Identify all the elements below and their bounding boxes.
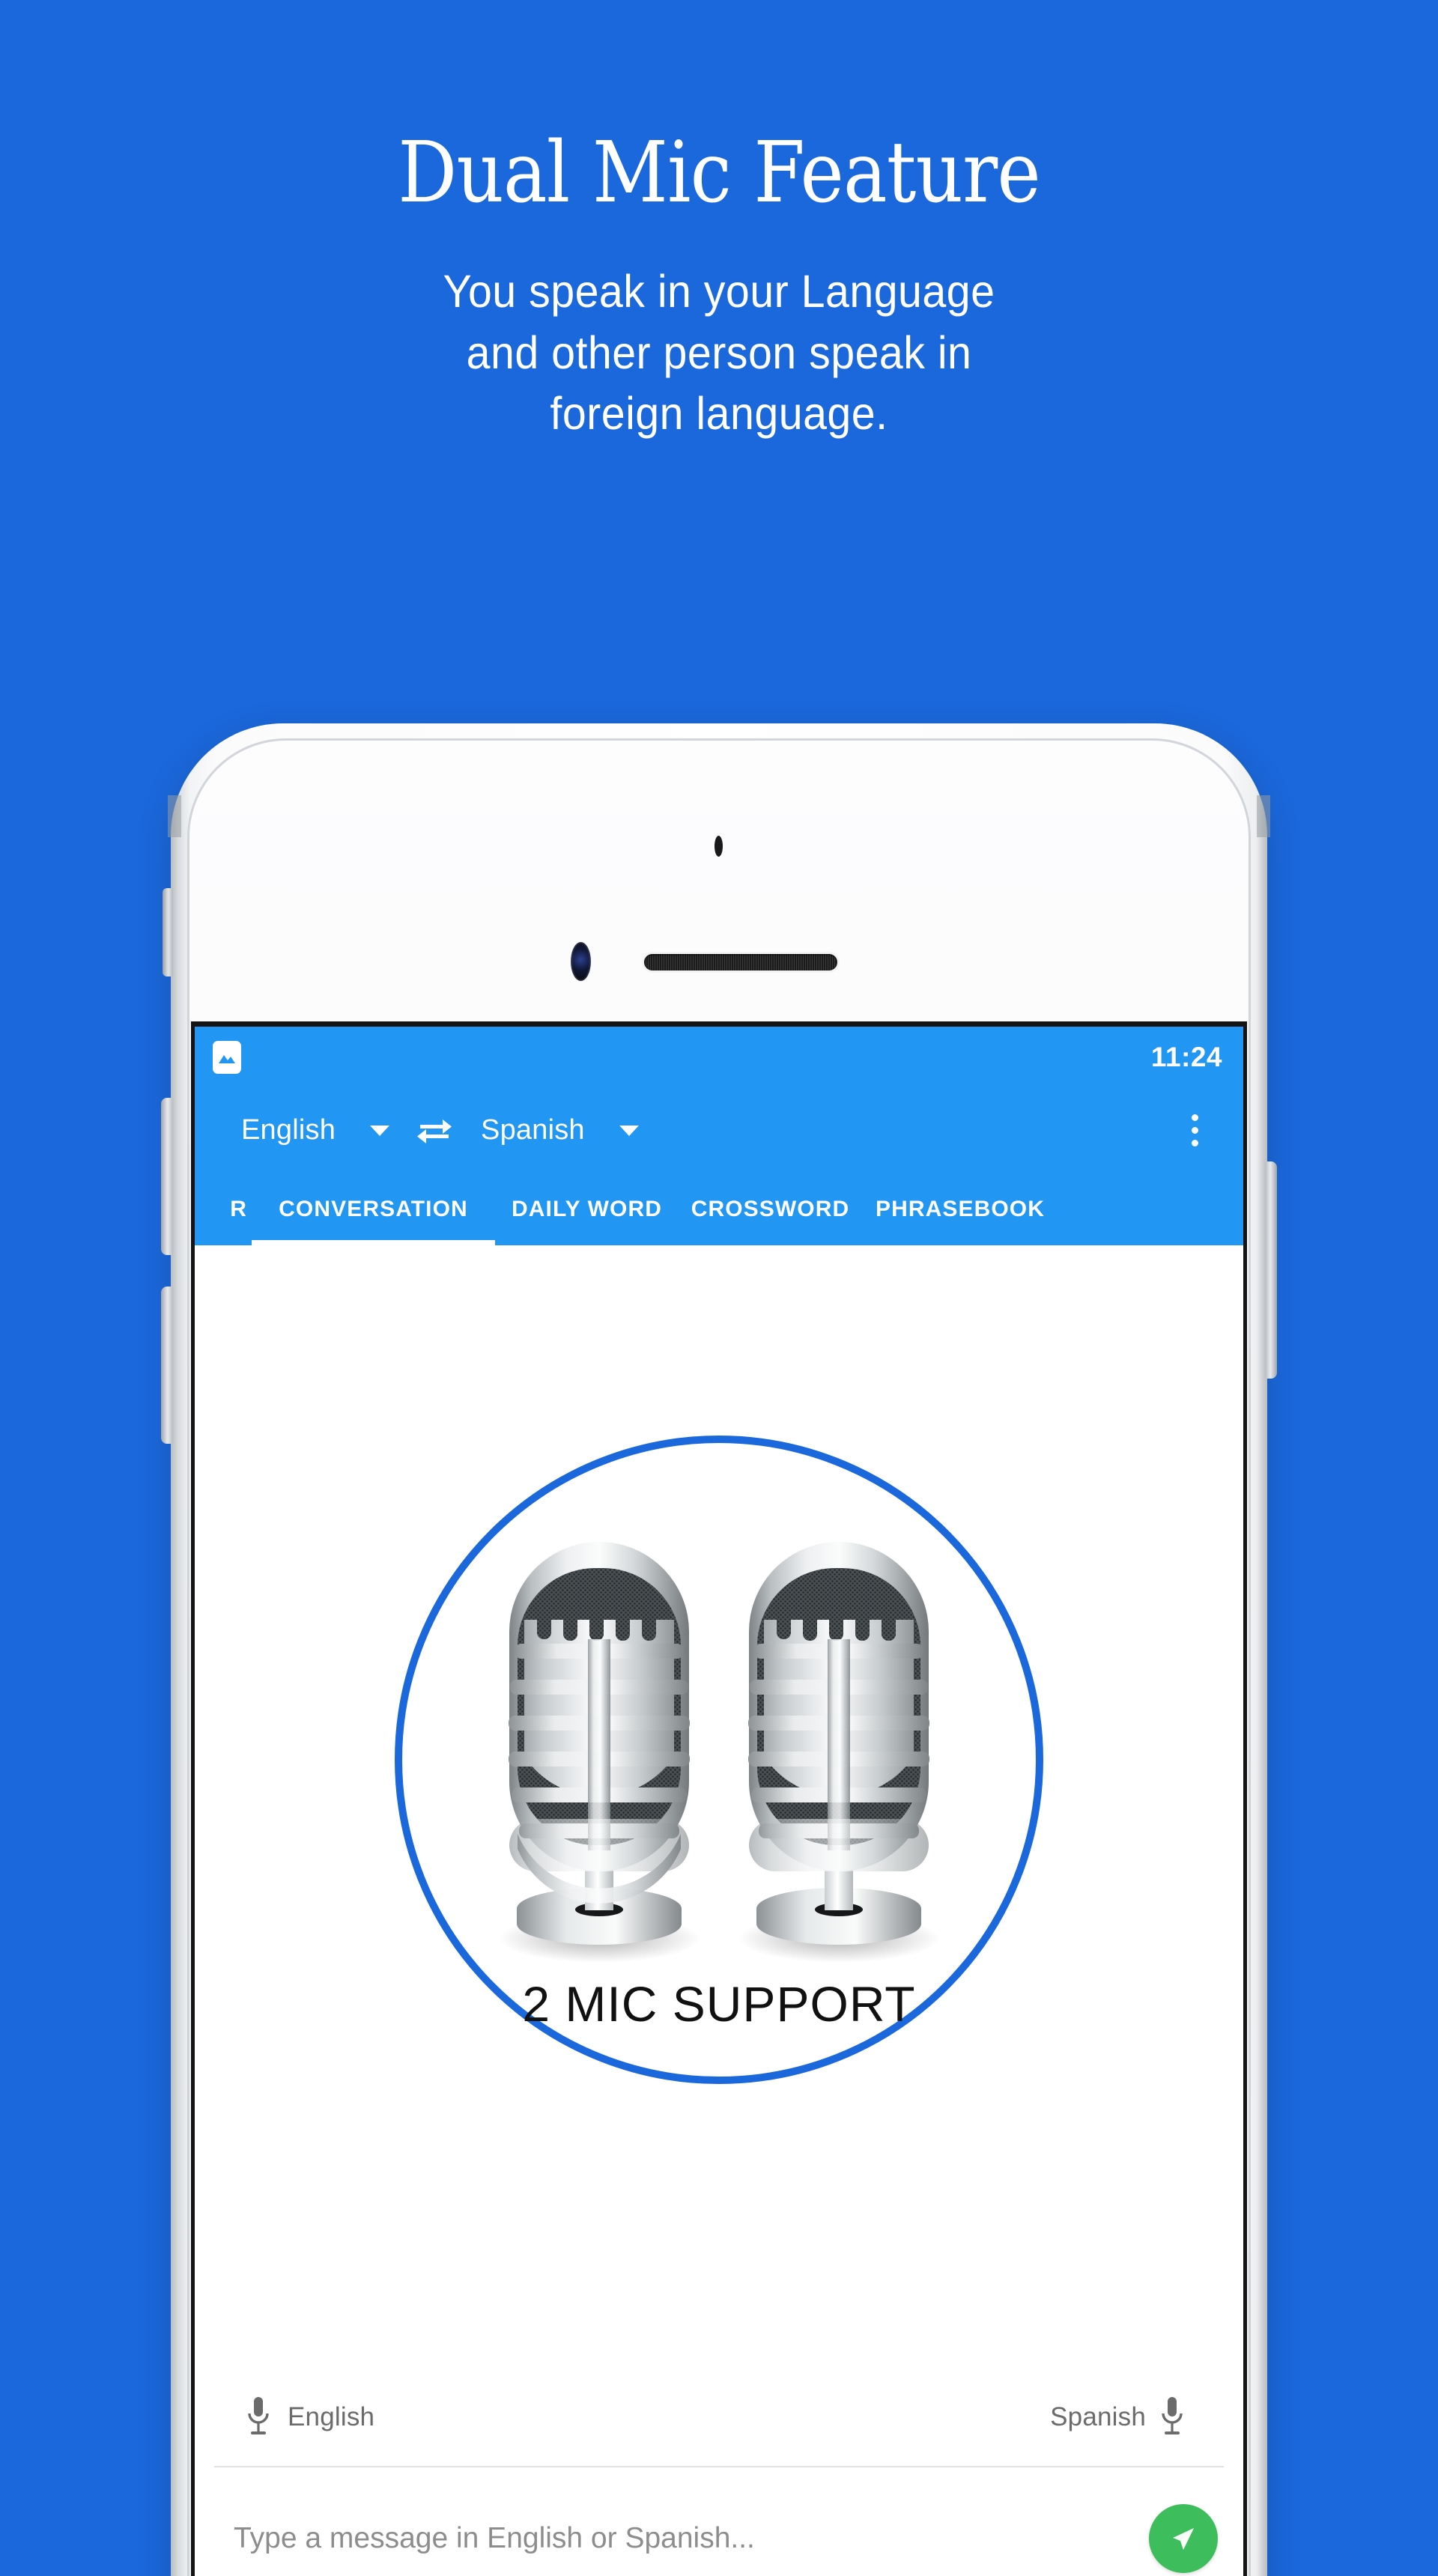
promo-subtitle-line-1: You speak in your Language: [443, 266, 995, 317]
tab-bar: R CONVERSATION DAILY WORD CROSSWORD PHRA…: [195, 1173, 1243, 1245]
graphic-caption: 2 MIC SUPPORT: [522, 1976, 915, 2032]
target-language-selector[interactable]: Spanish: [481, 1114, 639, 1146]
language-selector-bar: English Spanish: [195, 1088, 1243, 1173]
more-vertical-icon[interactable]: [1174, 1104, 1215, 1158]
antenna-band-left: [168, 795, 181, 837]
swap-horizontal-icon[interactable]: [413, 1113, 455, 1149]
phone-mockup: 11:24 English Spanish R CONVERSATION DAI…: [161, 723, 1277, 2576]
volume-up-button[interactable]: [161, 1098, 173, 1255]
conversation-content: 2 MIC SUPPORT English Spanish Type a mes…: [195, 1245, 1243, 2576]
chevron-down-icon: [619, 1125, 639, 1136]
overflow-dot: [1191, 1140, 1198, 1146]
promo-subtitle-line-3: foreign language.: [550, 388, 888, 440]
promo-subtitle: You speak in your Language and other per…: [43, 261, 1395, 445]
send-paper-plane-icon: [1173, 2528, 1194, 2550]
volume-down-button[interactable]: [161, 1287, 173, 1444]
promo-subtitle-line-2: and other person speak in: [466, 326, 972, 378]
send-button[interactable]: [1149, 2504, 1218, 2573]
target-mic-label: Spanish: [1050, 2402, 1146, 2431]
mic-row: English Spanish: [214, 2369, 1224, 2467]
microphone-icon: [248, 2397, 269, 2434]
status-time: 11:24: [1150, 1042, 1222, 1072]
message-input-row: [195, 2473, 1243, 2576]
antenna-band-right: [1257, 795, 1270, 837]
tab-daily-word[interactable]: DAILY WORD: [495, 1173, 679, 1245]
phone-screen: 11:24 English Spanish R CONVERSATION DAI…: [191, 1021, 1247, 2576]
source-language-label: English: [241, 1114, 336, 1146]
microphone-icon: [1162, 2397, 1183, 2434]
source-mic-label: English: [288, 2402, 375, 2431]
target-language-label: Spanish: [481, 1114, 585, 1146]
message-input[interactable]: [234, 2522, 1129, 2555]
phone-bezel: 11:24 English Spanish R CONVERSATION DAI…: [187, 738, 1251, 2576]
overflow-dot: [1191, 1127, 1198, 1134]
page-title: Dual Mic Feature: [398, 124, 1040, 222]
overflow-dot: [1191, 1114, 1198, 1121]
tab-conversation[interactable]: CONVERSATION: [252, 1173, 495, 1245]
promo-header: Dual Mic Feature You speak in your Langu…: [0, 0, 1438, 445]
source-language-selector[interactable]: English: [241, 1114, 390, 1146]
tab-translator[interactable]: R: [195, 1173, 252, 1245]
proximity-sensor-icon: [715, 836, 723, 857]
earpiece-speaker-icon: [644, 954, 837, 970]
front-camera-icon: [571, 942, 591, 981]
source-mic-button[interactable]: English: [246, 2396, 374, 2439]
target-mic-button[interactable]: Spanish: [1050, 2396, 1185, 2439]
power-button[interactable]: [1265, 1161, 1277, 1379]
image-gallery-icon: [213, 1041, 241, 1074]
dual-microphone-illustration: 2 MIC SUPPORT: [389, 1430, 1049, 2090]
status-bar: 11:24: [195, 1027, 1243, 1088]
tab-crossword[interactable]: CROSSWORD: [679, 1173, 862, 1245]
tab-phrasebook[interactable]: PHRASEBOOK: [862, 1173, 1058, 1245]
silent-switch[interactable]: [163, 888, 173, 976]
chevron-down-icon: [370, 1125, 390, 1136]
